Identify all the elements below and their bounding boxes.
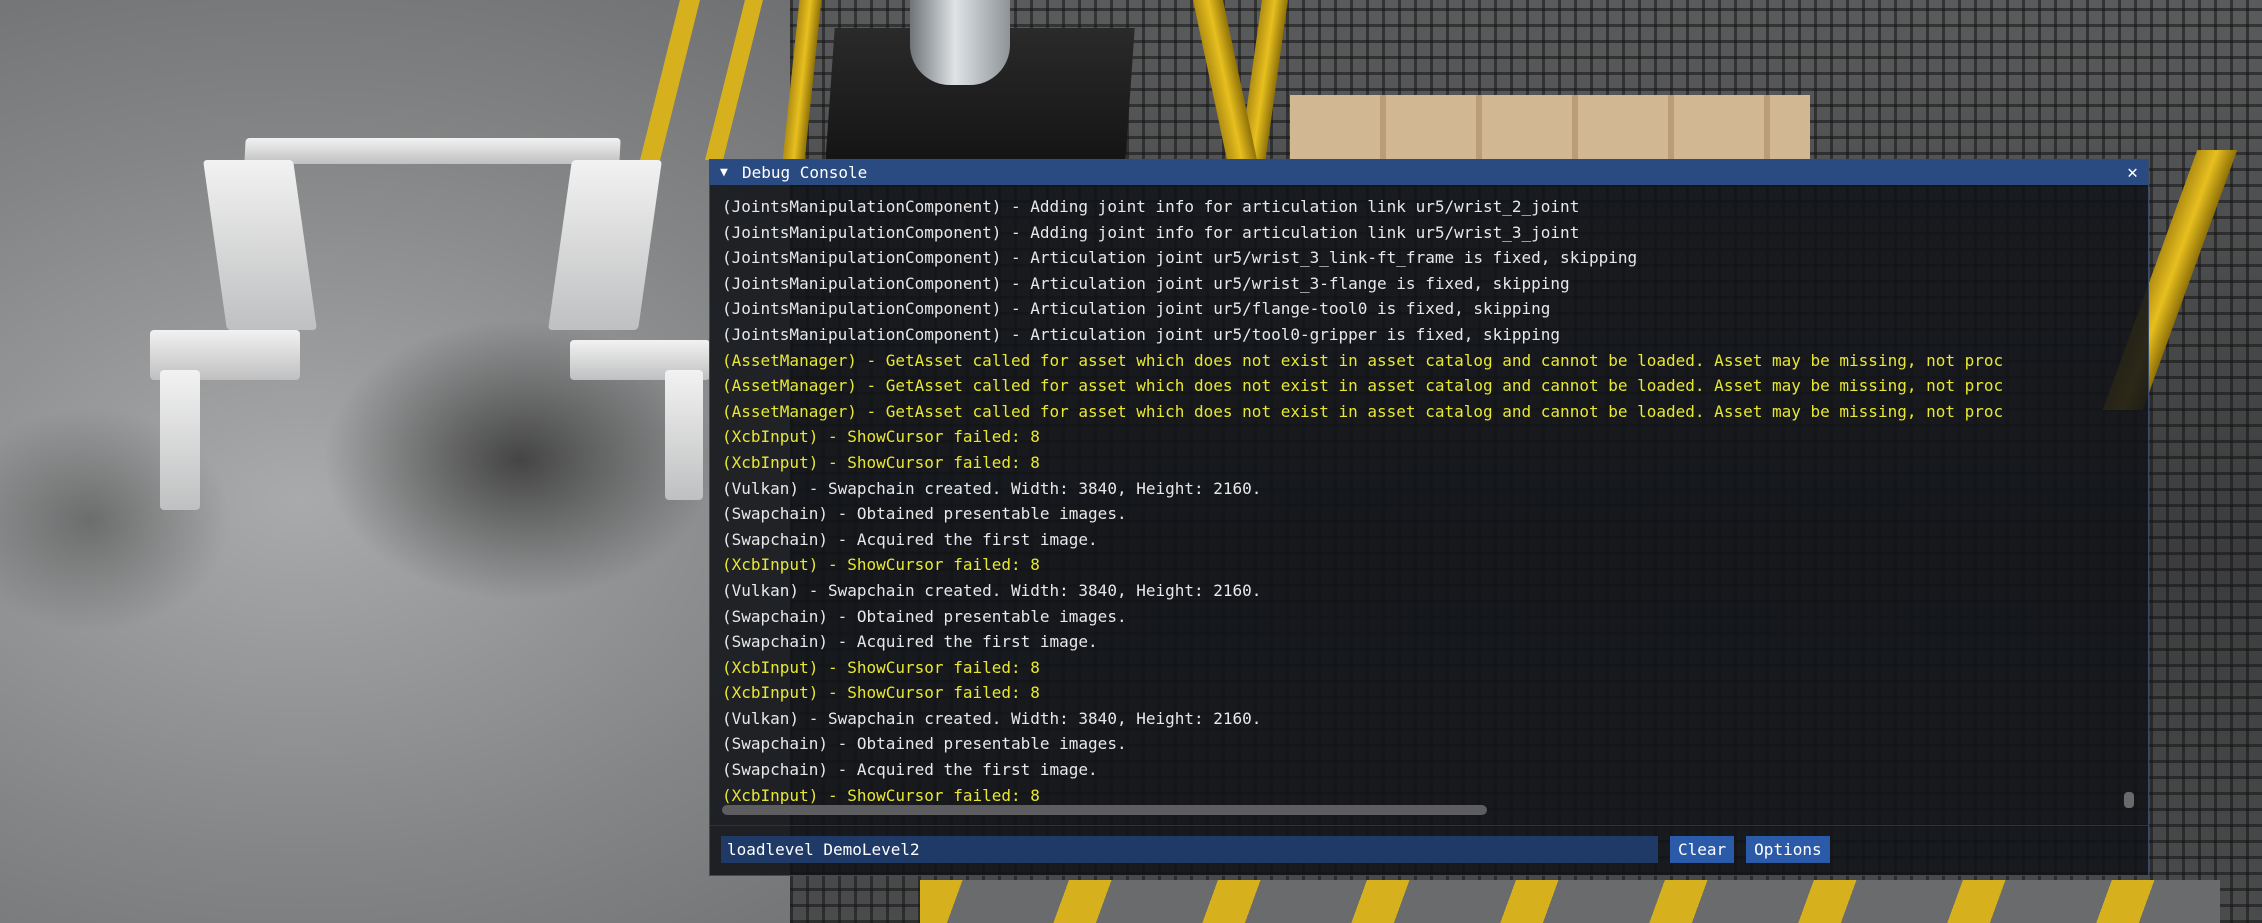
log-line: (JointsManipulationComponent) - Articula… — [722, 248, 1638, 268]
console-log[interactable]: (JointsManipulationComponent) - Adding j… — [722, 194, 2126, 804]
log-line: (Swapchain) - Obtained presentable image… — [722, 734, 1127, 754]
options-button[interactable]: Options — [1746, 835, 1830, 863]
close-icon[interactable]: ✕ — [2127, 162, 2138, 183]
log-line: (JointsManipulationComponent) - Articula… — [722, 273, 1570, 293]
log-line: (XcbInput) - ShowCursor failed: 8 — [722, 452, 1040, 472]
log-line: (Swapchain) - Obtained presentable image… — [722, 504, 1127, 524]
log-line: (XcbInput) - ShowCursor failed: 8 — [722, 657, 1040, 677]
clear-button[interactable]: Clear — [1670, 835, 1735, 863]
floor-hazard-stripes — [920, 880, 2220, 923]
console-titlebar[interactable]: ▼ Debug Console ✕ — [710, 160, 2148, 185]
log-line: (Swapchain) - Acquired the first image. — [722, 632, 1098, 652]
cart-wheel-post-right — [665, 370, 703, 500]
log-line: (AssetManager) - GetAsset called for ass… — [722, 350, 2004, 370]
log-line: (Swapchain) - Acquired the first image. — [722, 760, 1098, 780]
horizontal-scrollbar[interactable] — [722, 805, 2128, 817]
input-separator — [710, 825, 2148, 826]
log-line: (XcbInput) - ShowCursor failed: 8 — [722, 555, 1040, 575]
log-line: (Swapchain) - Obtained presentable image… — [722, 606, 1127, 626]
log-line: (JointsManipulationComponent) - Adding j… — [722, 197, 1580, 216]
log-line: (Swapchain) - Acquired the first image. — [722, 529, 1098, 549]
horizontal-scrollbar-thumb[interactable] — [722, 805, 1487, 815]
log-line: (AssetManager) - GetAsset called for ass… — [722, 376, 2004, 396]
command-input[interactable] — [721, 835, 1658, 863]
cart-frame-top — [244, 138, 621, 164]
log-line: (JointsManipulationComponent) - Adding j… — [722, 222, 1580, 242]
debug-console-window[interactable]: ▼ Debug Console ✕ (JointsManipulationCom… — [709, 159, 2149, 876]
log-line: (JointsManipulationComponent) - Articula… — [722, 324, 1561, 344]
command-row: Clear Options — [721, 834, 2141, 864]
log-line: (Vulkan) - Swapchain created. Width: 384… — [722, 580, 1262, 600]
cart-wheel-post-left — [160, 370, 200, 510]
log-line: (XcbInput) - ShowCursor failed: 8 — [722, 785, 1040, 804]
log-line: (JointsManipulationComponent) - Articula… — [722, 299, 1551, 319]
console-title: Debug Console — [742, 163, 868, 182]
log-line: (XcbInput) - ShowCursor failed: 8 — [722, 683, 1040, 703]
collapse-triangle-icon[interactable]: ▼ — [720, 165, 736, 180]
log-line: (Vulkan) - Swapchain created. Width: 384… — [722, 708, 1262, 728]
vertical-scrollbar[interactable] — [2124, 194, 2134, 808]
log-line: (AssetManager) - GetAsset called for ass… — [722, 401, 2004, 421]
log-line: (XcbInput) - ShowCursor failed: 8 — [722, 427, 1040, 447]
log-line: (Vulkan) - Swapchain created. Width: 384… — [722, 478, 1262, 498]
ur5-robot-base — [910, 0, 1010, 85]
